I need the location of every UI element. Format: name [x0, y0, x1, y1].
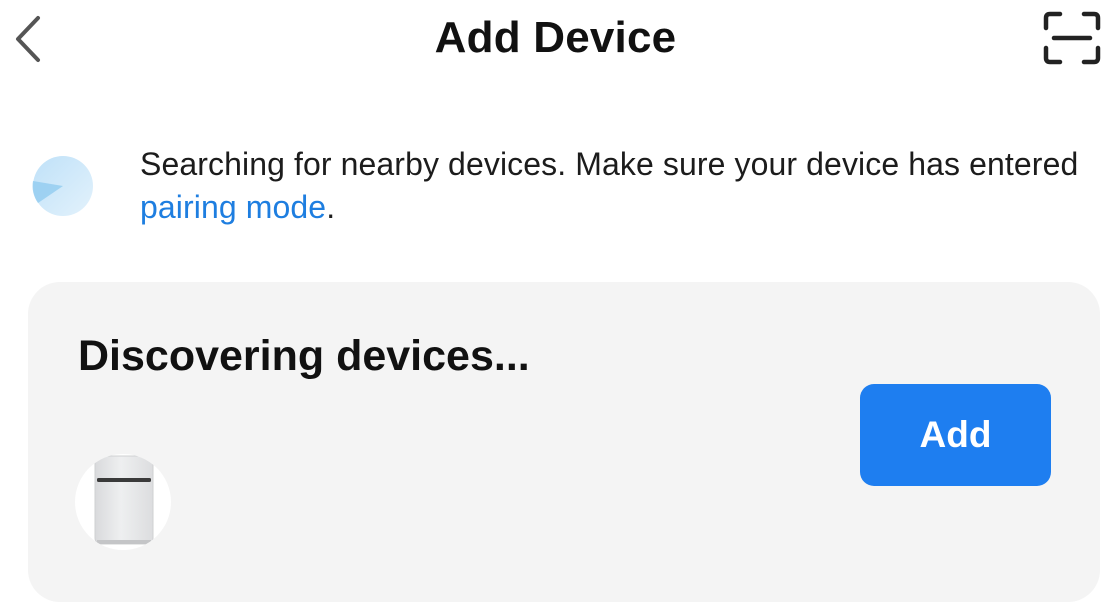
air-purifier-icon — [94, 455, 154, 545]
search-status-prefix: Searching for nearby devices. Make sure … — [140, 146, 1079, 182]
header: Add Device — [0, 0, 1111, 80]
discovery-card: Discovering devices... Add — [28, 282, 1100, 602]
pairing-mode-link[interactable]: pairing mode — [140, 189, 326, 225]
search-status-suffix: . — [326, 189, 336, 225]
scan-icon — [1043, 11, 1101, 65]
loading-spinner-icon — [31, 154, 95, 218]
scan-button[interactable] — [1040, 10, 1104, 66]
add-button[interactable]: Add — [860, 384, 1051, 486]
search-status-text: Searching for nearby devices. Make sure … — [140, 143, 1100, 229]
page-title: Add Device — [434, 13, 677, 62]
device-thumbnail[interactable] — [75, 454, 171, 550]
discovery-title: Discovering devices... — [78, 332, 530, 380]
